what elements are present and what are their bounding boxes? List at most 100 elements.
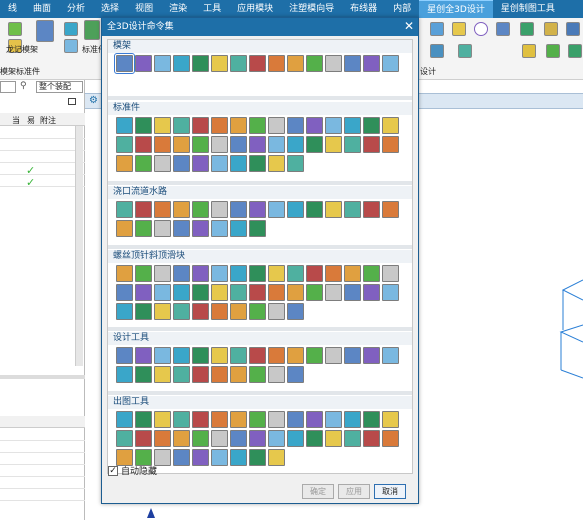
command-tool-icon[interactable] xyxy=(325,430,342,447)
command-tool-icon[interactable] xyxy=(116,347,133,364)
command-tool-icon[interactable] xyxy=(135,265,152,282)
command-tool-icon[interactable] xyxy=(192,303,209,320)
command-tool-icon[interactable] xyxy=(306,265,323,282)
command-tool-icon[interactable] xyxy=(211,265,228,282)
command-tool-icon[interactable] xyxy=(230,347,247,364)
command-tool-icon[interactable] xyxy=(249,265,266,282)
command-tool-icon[interactable] xyxy=(363,265,380,282)
command-tool-icon[interactable] xyxy=(287,303,304,320)
command-tool-icon[interactable] xyxy=(287,136,304,153)
command-tool-icon[interactable] xyxy=(306,411,323,428)
command-tool-icon[interactable] xyxy=(249,117,266,134)
command-tool-icon[interactable] xyxy=(363,347,380,364)
command-tool-icon[interactable] xyxy=(268,117,285,134)
menu-item[interactable]: 分析 xyxy=(59,0,93,18)
command-tool-icon[interactable] xyxy=(230,411,247,428)
command-tool-icon[interactable] xyxy=(230,220,247,237)
command-tool-icon[interactable] xyxy=(116,220,133,237)
ribbon-tool-icon[interactable] xyxy=(458,44,472,58)
command-tool-icon[interactable] xyxy=(173,136,190,153)
command-tool-icon[interactable] xyxy=(287,366,304,383)
apply-button[interactable]: 应用 xyxy=(338,484,370,499)
command-tool-icon[interactable] xyxy=(344,117,361,134)
view-settings-icon[interactable]: ⚙ xyxy=(89,95,98,106)
command-tool-icon[interactable] xyxy=(363,136,380,153)
command-tool-icon[interactable] xyxy=(382,430,399,447)
command-tool-icon[interactable] xyxy=(325,201,342,218)
ribbon-tool-icon[interactable] xyxy=(452,22,466,36)
command-tool-icon[interactable] xyxy=(363,117,380,134)
command-tool-icon[interactable] xyxy=(230,366,247,383)
command-tool-icon[interactable] xyxy=(268,55,285,72)
command-tool-icon[interactable] xyxy=(154,265,171,282)
command-tool-icon[interactable] xyxy=(135,303,152,320)
command-tool-icon[interactable] xyxy=(114,53,135,74)
ribbon-tool-icon[interactable] xyxy=(430,44,444,58)
ribbon-tool-icon[interactable] xyxy=(8,22,22,36)
command-tool-icon[interactable] xyxy=(249,411,266,428)
command-tool-icon[interactable] xyxy=(306,117,323,134)
command-tool-icon[interactable] xyxy=(211,201,228,218)
command-tool-icon[interactable] xyxy=(173,117,190,134)
command-tool-icon[interactable] xyxy=(211,366,228,383)
command-tool-icon[interactable] xyxy=(135,284,152,301)
command-tool-icon[interactable] xyxy=(268,155,285,172)
command-tool-icon[interactable] xyxy=(325,265,342,282)
menu-item[interactable]: 内部 xyxy=(385,0,419,18)
command-tool-icon[interactable] xyxy=(344,136,361,153)
command-tool-icon[interactable] xyxy=(154,366,171,383)
ribbon-tool-icon[interactable] xyxy=(566,22,580,36)
command-tool-icon[interactable] xyxy=(382,411,399,428)
command-tool-icon[interactable] xyxy=(230,284,247,301)
menu-item[interactable]: 工具 xyxy=(195,0,229,18)
panel-scrollbar[interactable] xyxy=(75,126,83,366)
command-tool-icon[interactable] xyxy=(268,411,285,428)
menu-item[interactable]: 星创全3D设计 xyxy=(419,0,493,18)
command-tool-icon[interactable] xyxy=(211,220,228,237)
command-tool-icon[interactable] xyxy=(344,201,361,218)
command-tool-icon[interactable] xyxy=(116,430,133,447)
ribbon-tool-icon[interactable] xyxy=(430,22,444,36)
command-tool-icon[interactable] xyxy=(154,430,171,447)
command-tool-icon[interactable] xyxy=(249,284,266,301)
command-tool-icon[interactable] xyxy=(135,220,152,237)
command-tool-icon[interactable] xyxy=(154,55,171,72)
auto-hide-checkbox[interactable]: ✓ 自动隐藏 xyxy=(108,464,157,477)
command-tool-icon[interactable] xyxy=(287,411,304,428)
command-tool-icon[interactable] xyxy=(230,201,247,218)
selection-filter-combo[interactable] xyxy=(0,81,16,93)
assembly-scope-combo[interactable]: 整个装配 xyxy=(36,81,83,93)
ribbon-tool-icon[interactable] xyxy=(546,44,560,58)
command-tool-icon[interactable] xyxy=(154,201,171,218)
command-tool-icon[interactable] xyxy=(268,366,285,383)
command-tool-icon[interactable] xyxy=(135,366,152,383)
command-tool-icon[interactable] xyxy=(116,136,133,153)
command-tool-icon[interactable] xyxy=(287,55,304,72)
command-tool-icon[interactable] xyxy=(249,155,266,172)
command-tool-icon[interactable] xyxy=(268,284,285,301)
command-tool-icon[interactable] xyxy=(268,430,285,447)
command-tool-icon[interactable] xyxy=(116,155,133,172)
command-tool-icon[interactable] xyxy=(306,430,323,447)
column-header[interactable]: 易 xyxy=(27,115,35,126)
command-tool-icon[interactable] xyxy=(287,117,304,134)
command-tool-icon[interactable] xyxy=(230,265,247,282)
command-tool-icon[interactable] xyxy=(363,55,380,72)
command-tool-icon[interactable] xyxy=(344,430,361,447)
command-tool-icon[interactable] xyxy=(211,449,228,466)
close-icon[interactable]: ✕ xyxy=(404,18,414,35)
command-tool-icon[interactable] xyxy=(154,117,171,134)
menu-item[interactable]: 注塑模向导 xyxy=(281,0,342,18)
command-tool-icon[interactable] xyxy=(211,155,228,172)
command-tool-icon[interactable] xyxy=(249,347,266,364)
command-tool-icon[interactable] xyxy=(173,284,190,301)
command-tool-icon[interactable] xyxy=(287,201,304,218)
command-tool-icon[interactable] xyxy=(344,55,361,72)
command-tool-icon[interactable] xyxy=(135,136,152,153)
ribbon-label-mold[interactable]: 龙记模架 xyxy=(6,44,38,55)
command-tool-icon[interactable] xyxy=(211,303,228,320)
ribbon-tool-icon[interactable] xyxy=(496,22,510,36)
command-tool-icon[interactable] xyxy=(173,220,190,237)
ribbon-tool-icon[interactable] xyxy=(520,22,534,36)
ribbon-tool-icon[interactable] xyxy=(64,22,78,36)
